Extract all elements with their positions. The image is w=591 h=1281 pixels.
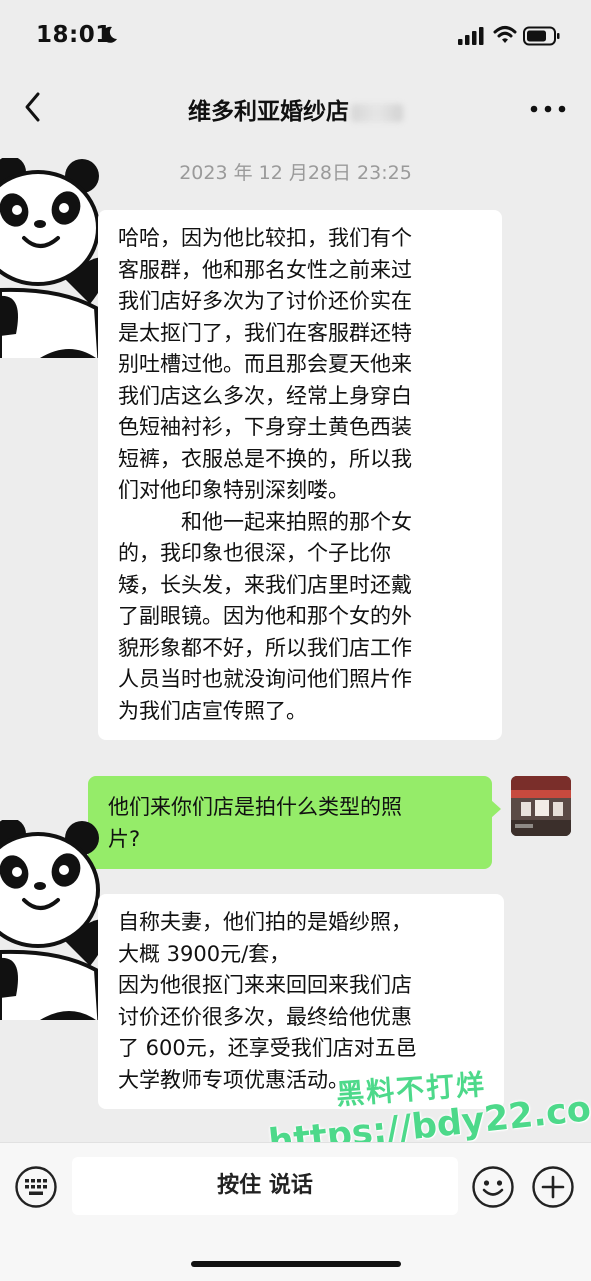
chat-messages[interactable]: 2023 年 12 月28日 23:25 哈哈，因为他比较扣，我们有个 客服群，… (0, 138, 591, 1142)
message-line: 客服群，他和那名女性之前来过 (118, 257, 412, 282)
emoji-icon[interactable] (471, 1165, 515, 1209)
chat-title-text: 维多利亚婚纱店 (188, 99, 349, 125)
message-line: 短裤，衣服总是不换的，所以我 (118, 446, 412, 471)
message-line: 因为他很抠门来来回回来我们店 (118, 973, 412, 997)
keyboard-icon[interactable] (14, 1165, 58, 1209)
message-line: 貌形象都不好，所以我们店工作 (118, 635, 412, 660)
battery-icon (523, 26, 560, 46)
user-avatar[interactable] (511, 776, 571, 836)
wifi-icon (493, 26, 517, 43)
status-bar: 18:01 (0, 0, 591, 76)
home-indicator (191, 1261, 401, 1267)
message-line: 色短袖衬衫，下身穿土黄色西装 (118, 415, 412, 439)
message-line: 人员当时也就没询问他们照片作 (118, 667, 412, 691)
message-line: 是太抠门了，我们在客服群还特 (118, 320, 412, 345)
sent-message[interactable]: 他们来你们店是拍什么类型的照 片? (88, 776, 501, 869)
message-line: 矮，长头发，来我们店里时还戴 (118, 572, 412, 597)
message-line: 片? (108, 826, 141, 851)
message-line: 了 600元，还享受我们店对五邑 (118, 1036, 417, 1060)
message-line: 别吐槽过他。而且那会夏天他来 (118, 352, 412, 376)
message-line: 他们来你们店是拍什么类型的照 (108, 795, 402, 819)
hold-to-talk-button[interactable]: 按住 说话 (72, 1157, 458, 1215)
message-line: 自称夫妻，他们拍的是婚纱照， (118, 910, 412, 934)
chat-title: 维多利亚婚纱店 (0, 92, 591, 126)
redacted-name (351, 103, 403, 122)
message-line: 了副眼镜。因为他和那个女的外 (118, 604, 412, 628)
input-bar: 按住 说话 (0, 1142, 591, 1281)
received-message-1[interactable]: 哈哈，因为他比较扣，我们有个 客服群，他和那名女性之前来过 我们店好多次为了讨价… (98, 210, 502, 740)
chat-header: 维多利亚婚纱店 (0, 76, 591, 138)
more-options-icon[interactable] (528, 104, 568, 114)
message-line: 和他一起来拍照的那个女 (181, 509, 412, 534)
message-line: 讨价还价很多次，最终给他优惠 (118, 1004, 412, 1029)
panda-avatar[interactable] (0, 820, 112, 1020)
panda-avatar[interactable] (0, 158, 112, 358)
message-line: 为我们店宣传照了。 (118, 698, 307, 723)
cellular-signal-icon (458, 27, 484, 45)
moon-icon (102, 26, 117, 43)
plus-icon[interactable] (531, 1165, 575, 1209)
message-line: 我们店这么多次，经常上身穿白 (118, 383, 412, 408)
message-line: 我们店好多次为了讨价还价实在 (118, 289, 412, 313)
message-line: 大概 3900元/套， (118, 941, 291, 966)
message-line: 们对他印象特别深刻喽。 (118, 478, 349, 502)
message-line: 的，我印象也很深，个子比你 (118, 541, 391, 565)
message-line: 哈哈，因为他比较扣，我们有个 (118, 226, 412, 250)
